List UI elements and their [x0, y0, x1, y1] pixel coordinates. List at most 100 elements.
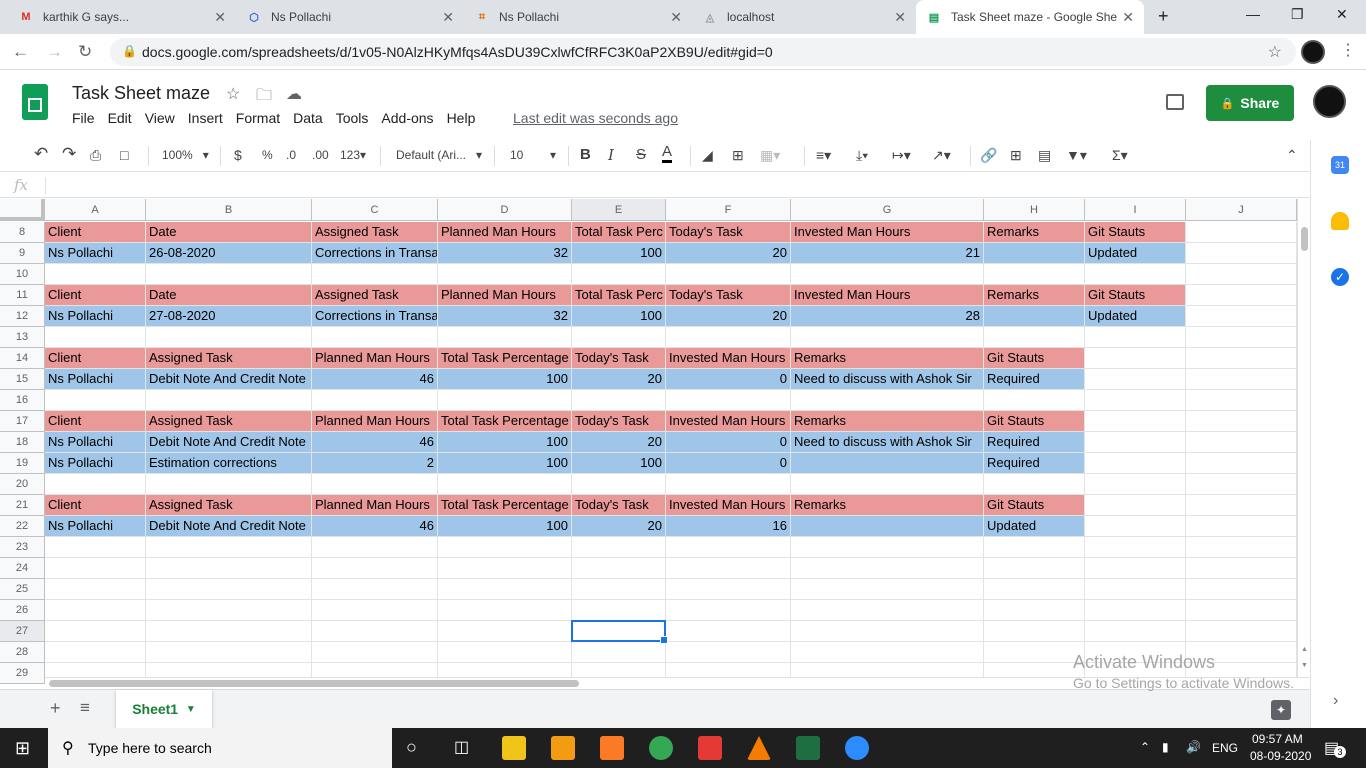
close-tab-icon[interactable]: ✕ [214, 9, 226, 26]
cell-f20[interactable] [666, 474, 791, 495]
file-explorer-icon[interactable] [502, 736, 526, 760]
cell-g15[interactable]: Need to discuss with Ashok Sir [791, 369, 984, 390]
cell-g19[interactable] [791, 453, 984, 474]
insert-link-icon[interactable]: 🔗 [980, 147, 997, 164]
cell-a24[interactable] [45, 558, 146, 579]
minimize-button[interactable]: — [1246, 6, 1260, 22]
document-title[interactable]: Task Sheet maze [72, 83, 210, 104]
url-field[interactable]: 🔒 docs.google.com/spreadsheets/d/1v05-N0… [110, 38, 1296, 66]
close-tab-icon[interactable]: ✕ [1122, 9, 1134, 26]
cell-h27[interactable] [984, 621, 1085, 642]
browser-tab[interactable]: ⬡ Ns Pollachi ✕ [236, 0, 464, 34]
row-header-23[interactable]: 23 [0, 537, 45, 558]
menu-item-tools[interactable]: Tools [336, 110, 369, 126]
cell-c20[interactable] [312, 474, 438, 495]
cell-c18[interactable]: 46 [312, 432, 438, 453]
cell-b22[interactable]: Debit Note And Credit Note [146, 516, 312, 537]
row-header-8[interactable]: 8 [0, 222, 45, 243]
row-header-10[interactable]: 10 [0, 264, 45, 285]
cell-a8[interactable]: Client [45, 222, 146, 243]
browser-tab[interactable]: ⌗ Ns Pollachi ✕ [464, 0, 692, 34]
cell-g10[interactable] [791, 264, 984, 285]
cell-h10[interactable] [984, 264, 1085, 285]
vertical-scroll-thumb[interactable] [1301, 227, 1308, 251]
cell-d17[interactable]: Total Task Percentage [438, 411, 572, 432]
cell-c11[interactable]: Assigned Task [312, 285, 438, 306]
cell-c25[interactable] [312, 579, 438, 600]
currency-format-button[interactable]: $ [234, 147, 242, 163]
cell-g26[interactable] [791, 600, 984, 621]
cell-j18[interactable] [1186, 432, 1297, 453]
borders-icon[interactable]: ⊞ [732, 147, 744, 164]
cell-e24[interactable] [572, 558, 666, 579]
cell-e11[interactable]: Total Task Perc [572, 285, 666, 306]
decrease-decimal-button[interactable]: .0 [286, 148, 296, 162]
bookmark-star-icon[interactable]: ☆ [1268, 42, 1282, 62]
last-edit-link[interactable]: Last edit was seconds ago [513, 110, 678, 126]
cell-e14[interactable]: Today's Task [572, 348, 666, 369]
cell-f28[interactable] [666, 642, 791, 663]
cell-c21[interactable]: Planned Man Hours [312, 495, 438, 516]
menu-item-data[interactable]: Data [293, 110, 323, 126]
cell-f10[interactable] [666, 264, 791, 285]
cell-a22[interactable]: Ns Pollachi [45, 516, 146, 537]
cell-h14[interactable]: Git Stauts [984, 348, 1085, 369]
sublime-text-icon[interactable] [551, 736, 575, 760]
explore-icon[interactable]: ✦ [1271, 700, 1291, 720]
cell-f8[interactable]: Today's Task [666, 222, 791, 243]
menu-item-edit[interactable]: Edit [108, 110, 132, 126]
column-header-c[interactable]: C [312, 199, 438, 221]
cell-f24[interactable] [666, 558, 791, 579]
fill-color-icon[interactable]: ◢ [702, 147, 713, 164]
cell-a26[interactable] [45, 600, 146, 621]
close-tab-icon[interactable]: ✕ [670, 9, 682, 26]
close-tab-icon[interactable]: ✕ [442, 9, 454, 26]
scroll-down-arrow[interactable]: ▼ [1301, 662, 1308, 669]
column-header-e[interactable]: E [572, 199, 666, 221]
cell-c9[interactable]: Corrections in Transa [312, 243, 438, 264]
cell-c10[interactable] [312, 264, 438, 285]
cell-i17[interactable] [1085, 411, 1186, 432]
column-header-b[interactable]: B [146, 199, 312, 221]
maximize-button[interactable]: ❐ [1291, 6, 1304, 23]
column-header-f[interactable]: F [666, 199, 791, 221]
row-header-27[interactable]: 27 [0, 621, 45, 642]
cell-j27[interactable] [1186, 621, 1297, 642]
move-folder-icon[interactable]: 🗀 [256, 84, 272, 111]
cell-g17[interactable]: Remarks [791, 411, 984, 432]
windows-start-icon[interactable]: ⊞ [15, 738, 30, 759]
back-icon[interactable]: ← [12, 42, 29, 62]
font-size-select[interactable]: 10 ▾ [510, 148, 556, 162]
cell-f13[interactable] [666, 327, 791, 348]
cell-i22[interactable] [1085, 516, 1186, 537]
cell-f11[interactable]: Today's Task [666, 285, 791, 306]
cell-b21[interactable]: Assigned Task [146, 495, 312, 516]
comment-history-icon[interactable] [1166, 94, 1184, 110]
cell-j15[interactable] [1186, 369, 1297, 390]
row-header-26[interactable]: 26 [0, 600, 45, 621]
cell-f9[interactable]: 20 [666, 243, 791, 264]
horizontal-scroll-thumb[interactable] [49, 680, 579, 687]
clock-time[interactable]: 09:57 AM [1252, 732, 1303, 746]
cell-a21[interactable]: Client [45, 495, 146, 516]
cell-d12[interactable]: 32 [438, 306, 572, 327]
cell-f16[interactable] [666, 390, 791, 411]
cell-d8[interactable]: Planned Man Hours [438, 222, 572, 243]
cell-d25[interactable] [438, 579, 572, 600]
cell-e15[interactable]: 20 [572, 369, 666, 390]
cell-j11[interactable] [1186, 285, 1297, 306]
cell-g25[interactable] [791, 579, 984, 600]
cell-g20[interactable] [791, 474, 984, 495]
cell-c24[interactable] [312, 558, 438, 579]
cell-c27[interactable] [312, 621, 438, 642]
cell-c14[interactable]: Planned Man Hours [312, 348, 438, 369]
cell-i11[interactable]: Git Stauts [1085, 285, 1186, 306]
forward-icon[interactable]: → [46, 42, 63, 62]
cell-e12[interactable]: 100 [572, 306, 666, 327]
row-header-20[interactable]: 20 [0, 474, 45, 495]
cell-f26[interactable] [666, 600, 791, 621]
insert-comment-icon[interactable]: ⊞ [1010, 147, 1022, 164]
cell-e21[interactable]: Today's Task [572, 495, 666, 516]
cell-i9[interactable]: Updated [1085, 243, 1186, 264]
strikethrough-button[interactable]: S [636, 146, 646, 163]
